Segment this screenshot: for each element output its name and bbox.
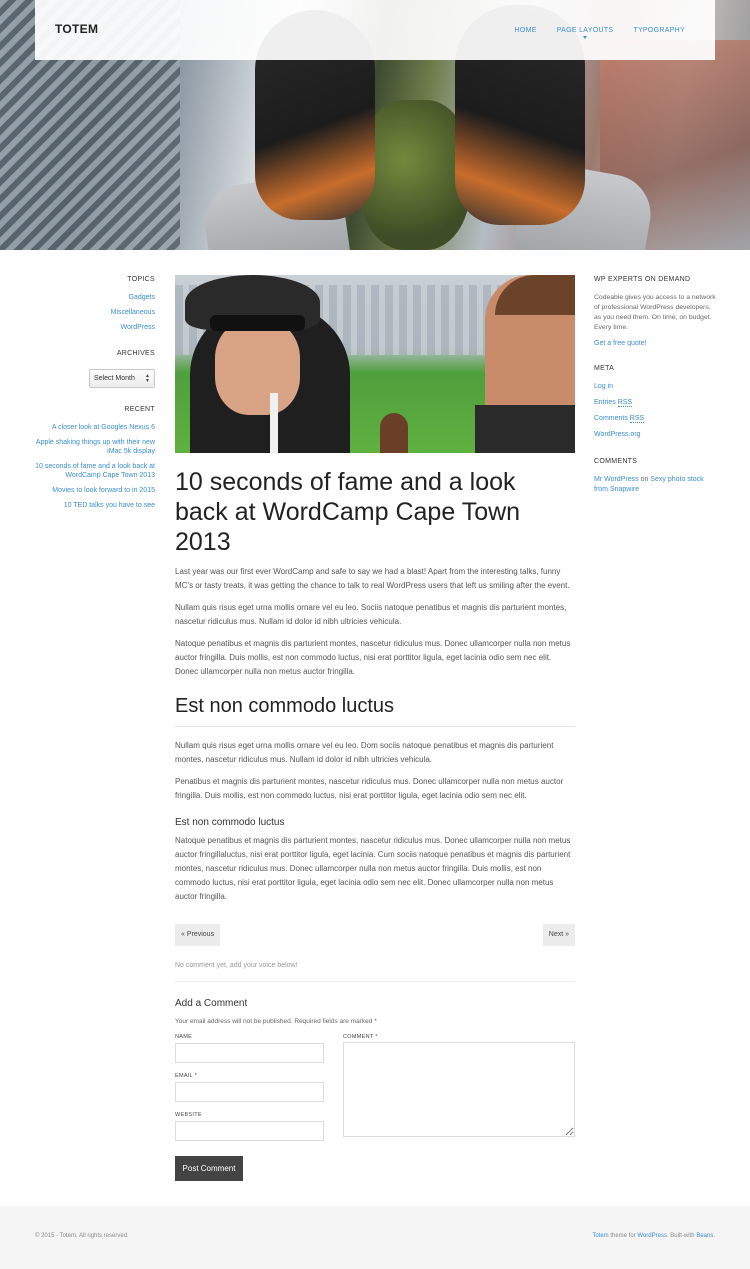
next-post-button[interactable]: Next »: [542, 924, 575, 946]
recent-comment: Mr WordPress on Sexy photo stock from Sn…: [594, 475, 719, 495]
website-field[interactable]: [175, 1121, 324, 1141]
post-paragraph: Last year was our first ever WordCamp an…: [175, 567, 570, 590]
recent-post-link[interactable]: 10 seconds of fame and a look back at Wo…: [35, 463, 155, 479]
comment-textarea[interactable]: [343, 1042, 575, 1137]
comment-form-title: Add a Comment: [175, 998, 248, 1009]
comment-form: NAME EMAIL * WEBSITE COMMENT * Post Comm…: [175, 1031, 575, 1181]
recent-post-link[interactable]: 10 TED talks you have to see: [64, 502, 155, 509]
topic-link[interactable]: Miscellaneous: [111, 309, 155, 316]
archives-select-value: Select Month: [94, 375, 135, 382]
chevron-down-icon: [583, 36, 588, 39]
beans-link[interactable]: Beans: [696, 1233, 713, 1239]
recent-widget: RECENT A closer look at Googles Nexus 6 …: [30, 406, 155, 510]
site-footer: © 2015 - Totem. All rights reserved. Tot…: [0, 1206, 750, 1269]
email-field[interactable]: [175, 1082, 324, 1102]
comments-label: Comments: [594, 415, 628, 422]
email-label: EMAIL *: [175, 1073, 198, 1079]
experts-text: Codeable gives you access to a network o…: [594, 294, 716, 331]
site-logo[interactable]: TOTEM: [55, 22, 98, 36]
nav-home[interactable]: HOME: [515, 27, 537, 34]
comments-rss-link[interactable]: Comments RSS: [594, 415, 645, 423]
previous-post-button[interactable]: « Previous: [175, 924, 221, 946]
lanyard: [270, 393, 278, 453]
post-pager: « Previous Next »: [175, 924, 575, 946]
sunglasses: [210, 315, 305, 331]
recent-post-link[interactable]: Apple shaking things up with their new i…: [36, 439, 155, 455]
left-sidebar: TOPICS Gadgets Miscellaneous WordPress A…: [30, 276, 155, 528]
recent-post-link[interactable]: A closer look at Googles Nexus 6: [52, 424, 155, 431]
nav-page-layouts-label: PAGE LAYOUTS: [556, 27, 614, 34]
archives-select[interactable]: Select Month ▲ ▼: [89, 369, 155, 388]
post-paragraph: Nullam quis risus eget urna mollis ornar…: [175, 603, 567, 626]
name-label: NAME: [175, 1034, 193, 1040]
rss-abbr: RSS: [629, 415, 645, 423]
topic-link[interactable]: Gadgets: [129, 294, 155, 301]
post-title: 10 seconds of fame and a look back at Wo…: [175, 468, 521, 556]
nav-page-layouts[interactable]: PAGE LAYOUTS: [556, 27, 614, 39]
featured-image: [175, 275, 575, 453]
entries-label: Entries: [594, 399, 616, 406]
copyright-text: © 2015 - Totem. All rights reserved.: [35, 1233, 129, 1239]
post-content: 10 seconds of fame and a look back at Wo…: [175, 275, 575, 1181]
recent-title: RECENT: [124, 406, 155, 413]
comments-title: COMMENTS: [594, 458, 638, 465]
topics-title: TOPICS: [127, 276, 155, 283]
person-left-face: [215, 320, 300, 415]
comment-on-text: on: [640, 476, 649, 483]
rss-abbr: RSS: [617, 399, 633, 407]
wordpress-org-link[interactable]: WordPress.org: [594, 431, 641, 438]
website-label: WEBSITE: [175, 1112, 202, 1118]
credit-end: .: [713, 1233, 715, 1239]
meta-title: META: [594, 365, 615, 372]
post-paragraph: Natoque penatibus et magnis dis parturie…: [175, 836, 571, 901]
site-header: TOTEM HOME PAGE LAYOUTS TYPOGRAPHY: [35, 0, 715, 60]
right-sidebar: WP EXPERTS ON DEMAND Codeable gives you …: [594, 276, 719, 513]
credit-text: . Built-with: [666, 1233, 695, 1239]
comment-form-note: Your email address will not be published…: [175, 1018, 377, 1025]
post-paragraph: Penatibus et magnis dis parturient monte…: [175, 777, 564, 800]
post-paragraph: Nullam quis risus eget urna mollis ornar…: [175, 741, 554, 764]
wordpress-link[interactable]: WordPress: [637, 1233, 667, 1239]
name-field[interactable]: [175, 1043, 324, 1063]
archives-widget: ARCHIVES Select Month ▲ ▼: [30, 350, 155, 388]
post-comment-button[interactable]: Post Comment: [175, 1156, 243, 1181]
post-paragraph: Natoque penatibus et magnis dis parturie…: [175, 639, 571, 676]
entries-rss-link[interactable]: Entries RSS: [594, 399, 633, 407]
person-background: [380, 413, 408, 453]
meta-widget: META Log in Entries RSS Comments RSS Wor…: [594, 365, 719, 440]
topics-widget: TOPICS Gadgets Miscellaneous WordPress: [30, 276, 155, 332]
comments-widget: COMMENTS Mr WordPress on Sexy photo stoc…: [594, 458, 719, 495]
totem-theme-link[interactable]: Totem: [592, 1233, 608, 1239]
archives-title: ARCHIVES: [116, 350, 155, 357]
experts-widget: WP EXPERTS ON DEMAND Codeable gives you …: [594, 276, 719, 347]
post-heading-2: Est non commodo luctus: [175, 695, 575, 727]
comment-label: COMMENT *: [343, 1034, 378, 1040]
post-heading-3: Est non commodo luctus: [175, 817, 285, 828]
hero-trees: [360, 100, 470, 250]
no-comments-text: No comment yet, add your voice below!: [175, 962, 575, 982]
get-quote-link[interactable]: Get a free quote!: [594, 340, 719, 347]
nav-typography[interactable]: TYPOGRAPHY: [633, 27, 685, 34]
main-nav: HOME PAGE LAYOUTS TYPOGRAPHY: [515, 27, 685, 39]
recent-post-link[interactable]: Movies to look forward to in 2015: [52, 487, 155, 494]
login-link[interactable]: Log in: [594, 383, 613, 390]
footer-credit: Totem theme for WordPress. Built-with Be…: [592, 1233, 715, 1239]
comment-author-link[interactable]: Mr WordPress: [594, 476, 639, 483]
topic-link[interactable]: WordPress: [121, 324, 156, 331]
experts-title: WP EXPERTS ON DEMAND: [594, 276, 691, 283]
select-arrows-icon: ▲ ▼: [145, 373, 150, 384]
person-right-shirt: [475, 405, 575, 453]
credit-text: theme for: [610, 1233, 636, 1239]
